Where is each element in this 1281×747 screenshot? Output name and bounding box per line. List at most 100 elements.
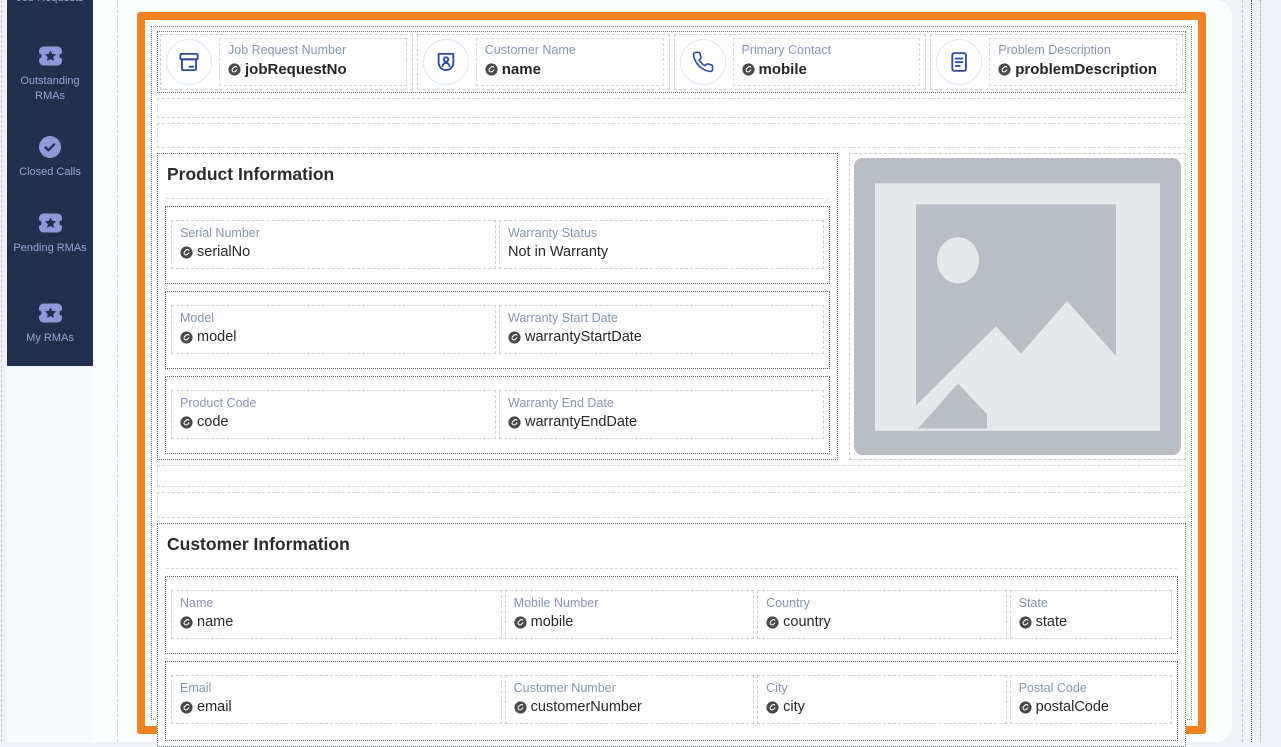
field-value: name: [502, 61, 541, 78]
section-title: Customer Information: [165, 529, 1178, 556]
field-value: jobRequestNo: [245, 61, 347, 78]
field-value: warrantyStartDate: [525, 329, 642, 345]
field-customer-number[interactable]: Customer Number customerNumber: [505, 675, 754, 724]
field-row: Model model Warranty Start Date warranty…: [165, 291, 830, 369]
sidebar-item-job-requests[interactable]: Job Requests: [7, 0, 93, 6]
field-value: warrantyEndDate: [525, 414, 637, 430]
field-value: email: [197, 699, 232, 715]
field-warranty-end-date[interactable]: Warranty End Date warrantyEndDate: [499, 390, 824, 439]
field-label: Serial Number: [180, 226, 487, 240]
link-icon: [485, 63, 498, 76]
image-placeholder-icon: [854, 158, 1181, 455]
rma-badge-icon: [37, 301, 64, 325]
form-design-canvas[interactable]: Job Request Number jobRequestNo: [137, 12, 1206, 734]
field-value: customerNumber: [531, 699, 642, 715]
field-label: Postal Code: [1019, 681, 1163, 695]
field-label: Name: [180, 596, 493, 610]
link-icon: [1019, 701, 1032, 714]
field-postal-code[interactable]: Postal Code postalCode: [1010, 675, 1172, 724]
empty-drop-row[interactable]: [157, 465, 1186, 487]
field-label: State: [1019, 596, 1163, 610]
form-wrapper: Job Request Number jobRequestNo: [151, 26, 1192, 720]
right-panel-strip: [1242, 0, 1243, 742]
field-card-job-request-number[interactable]: Job Request Number jobRequestNo: [160, 34, 413, 90]
field-card-text: Job Request Number jobRequestNo: [219, 38, 407, 86]
field-label: Primary Contact: [742, 43, 912, 57]
field-value: Not in Warranty: [508, 244, 608, 260]
header-cards-row: Job Request Number jobRequestNo: [157, 31, 1186, 93]
sidebar-item-label: Job Requests: [7, 0, 93, 6]
field-value: city: [783, 699, 805, 715]
link-icon: [766, 701, 779, 714]
field-name[interactable]: Name name: [171, 590, 502, 639]
field-label: Email: [180, 681, 493, 695]
sidebar-nav: Job Requests Outstanding RMAs Closed Cal…: [7, 0, 93, 366]
field-warranty-start-date[interactable]: Warranty Start Date warrantyStartDate: [499, 305, 824, 354]
field-label: City: [766, 681, 997, 695]
field-row: Serial Number serialNo Warranty Status N…: [165, 206, 830, 284]
section-title: Product Information: [165, 159, 830, 186]
field-card-problem-description[interactable]: Problem Description problemDescription: [930, 34, 1183, 90]
id-badge-icon: [433, 49, 459, 75]
link-icon: [514, 616, 527, 629]
field-value: model: [197, 329, 237, 345]
field-label: Customer Name: [485, 43, 655, 57]
empty-drop-row[interactable]: [157, 98, 1186, 118]
field-city[interactable]: City city: [757, 675, 1006, 724]
rma-badge-icon: [37, 44, 64, 68]
field-row: Email email Customer Number customerNumb…: [165, 661, 1178, 741]
rma-badge-icon: [37, 211, 64, 235]
field-value: problemDescription: [1015, 61, 1157, 78]
link-icon: [180, 416, 193, 429]
field-value: serialNo: [197, 244, 250, 260]
product-information-panel[interactable]: Product Information Serial Number serial…: [157, 153, 838, 460]
field-card-text: Customer Name name: [476, 38, 664, 86]
field-card-text: Primary Contact mobile: [733, 38, 921, 86]
empty-drop-row[interactable]: [157, 492, 1186, 518]
field-label: Model: [180, 311, 487, 325]
icon-circle: [680, 39, 726, 85]
customer-information-panel[interactable]: Customer Information Name name Mobile Nu…: [157, 523, 1186, 747]
field-product-code[interactable]: Product Code code: [171, 390, 496, 439]
sidebar-item-closed-calls[interactable]: Closed Calls: [7, 135, 93, 180]
link-icon: [180, 246, 193, 259]
field-card-customer-name[interactable]: Customer Name name: [417, 34, 670, 90]
link-icon: [180, 701, 193, 714]
field-label: Problem Description: [998, 43, 1168, 57]
field-warranty-status[interactable]: Warranty Status Not in Warranty: [499, 220, 824, 269]
field-serial-number[interactable]: Serial Number serialNo: [171, 220, 496, 269]
field-row: Name name Mobile Number mobile Country: [165, 576, 1178, 654]
field-label: Country: [766, 596, 997, 610]
empty-drop-row[interactable]: [157, 123, 1186, 148]
sidebar-item-label: My RMAs: [7, 331, 93, 346]
field-email[interactable]: Email email: [171, 675, 502, 724]
link-icon: [742, 63, 755, 76]
link-icon: [508, 416, 521, 429]
field-model[interactable]: Model model: [171, 305, 496, 354]
field-value: mobile: [759, 61, 807, 78]
left-edge-divider: [1, 0, 2, 742]
field-label: Warranty Start Date: [508, 311, 815, 325]
field-value: name: [197, 614, 233, 630]
field-state[interactable]: State state: [1010, 590, 1172, 639]
right-panel-strip: [1260, 0, 1261, 742]
canvas-left-guide: [117, 0, 118, 742]
link-icon: [228, 63, 241, 76]
link-icon: [180, 331, 193, 344]
field-label: Product Code: [180, 396, 487, 410]
field-mobile-number[interactable]: Mobile Number mobile: [505, 590, 754, 639]
link-icon: [998, 63, 1011, 76]
sidebar-item-pending-rmas[interactable]: Pending RMAs: [7, 211, 93, 256]
product-image-placeholder[interactable]: [849, 153, 1186, 460]
field-card-primary-contact[interactable]: Primary Contact mobile: [674, 34, 927, 90]
field-value: mobile: [531, 614, 574, 630]
field-value: code: [197, 414, 228, 430]
icon-circle: [423, 39, 469, 85]
sidebar-item-my-rmas[interactable]: My RMAs: [7, 301, 93, 346]
field-value: country: [783, 614, 831, 630]
section-title-underline: [166, 556, 1177, 569]
icon-circle: [936, 39, 982, 85]
field-country[interactable]: Country country: [757, 590, 1006, 639]
sidebar: Job Requests Outstanding RMAs Closed Cal…: [7, 0, 93, 742]
sidebar-item-outstanding-rmas[interactable]: Outstanding RMAs: [7, 44, 93, 104]
